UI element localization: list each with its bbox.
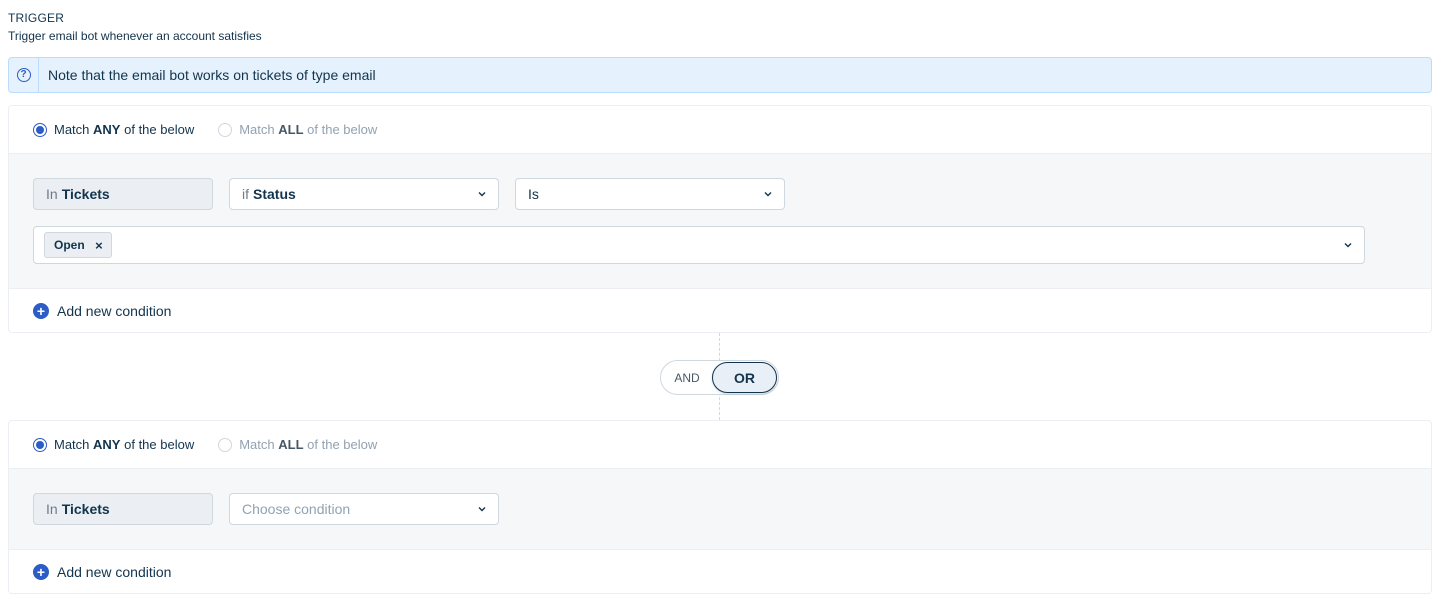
and-option[interactable]: AND bbox=[661, 371, 713, 385]
chevron-down-icon bbox=[1344, 243, 1352, 248]
chevron-down-icon bbox=[764, 192, 772, 197]
add-condition-button[interactable]: + Add new condition bbox=[9, 550, 1431, 593]
radio-checked-icon[interactable] bbox=[33, 437, 47, 452]
chevron-down-icon bbox=[478, 192, 486, 197]
question-circle-icon: ? bbox=[9, 58, 39, 92]
plus-circle-icon: + bbox=[33, 302, 49, 319]
match-any-radio[interactable]: Match ANY of the below bbox=[33, 437, 194, 452]
value-multiselect[interactable]: Open × bbox=[33, 226, 1365, 264]
condition-group-2: Match ANY of the below Match ALL of the … bbox=[8, 420, 1432, 594]
condition-group-1: Match ANY of the below Match ALL of the … bbox=[8, 105, 1432, 333]
module-field: In Tickets bbox=[33, 178, 213, 210]
match-all-radio[interactable]: Match ALL of the below bbox=[218, 122, 377, 137]
match-all-radio[interactable]: Match ALL of the below bbox=[218, 437, 377, 452]
info-note: ? Note that the email bot works on ticke… bbox=[8, 57, 1432, 93]
operator-select[interactable]: Is bbox=[515, 178, 785, 210]
info-note-text: Note that the email bot works on tickets… bbox=[48, 67, 376, 83]
condition-select[interactable]: Choose condition bbox=[229, 493, 499, 525]
conditions-area: In Tickets if Status Is Open × bbox=[9, 154, 1431, 289]
conditions-area: In Tickets Choose condition bbox=[9, 469, 1431, 550]
or-option[interactable]: OR bbox=[712, 362, 777, 393]
radio-checked-icon[interactable] bbox=[33, 122, 47, 137]
section-title: TRIGGER bbox=[8, 11, 65, 25]
and-or-toggle[interactable]: AND OR bbox=[660, 360, 779, 395]
radio-unchecked-icon[interactable] bbox=[218, 437, 233, 452]
radio-unchecked-icon[interactable] bbox=[218, 122, 233, 137]
match-mode-row: Match ANY of the below Match ALL of the … bbox=[9, 421, 1431, 469]
value-chip: Open × bbox=[44, 232, 112, 258]
plus-circle-icon: + bbox=[33, 563, 49, 580]
close-icon[interactable]: × bbox=[95, 238, 103, 253]
match-mode-row: Match ANY of the below Match ALL of the … bbox=[9, 106, 1431, 154]
condition-select[interactable]: if Status bbox=[229, 178, 499, 210]
match-any-radio[interactable]: Match ANY of the below bbox=[33, 122, 194, 137]
module-field: In Tickets bbox=[33, 493, 213, 525]
add-condition-button[interactable]: + Add new condition bbox=[9, 289, 1431, 332]
chevron-down-icon bbox=[478, 507, 486, 512]
section-subtitle: Trigger email bot whenever an account sa… bbox=[8, 29, 262, 43]
